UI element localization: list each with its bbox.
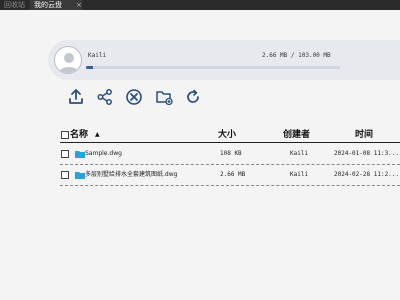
refresh-button[interactable]: [182, 86, 204, 108]
profile-panel: Kaili 2.66 MB / 103.00 MB: [48, 40, 400, 80]
delete-button[interactable]: [123, 86, 145, 108]
tab-my-cloud-drive[interactable]: 我的云盘: [30, 0, 82, 10]
storage-quota-bar: [86, 66, 340, 69]
new-folder-button[interactable]: [153, 86, 175, 108]
select-all-checkbox[interactable]: [61, 131, 69, 139]
file-table-header: 名称 ▲ 大小 创建者 时间: [60, 128, 400, 142]
new-folder-icon: [156, 91, 173, 106]
file-row[interactable]: Sample.dwg 108 KB Kaili 2024-01-08 11:3.…: [60, 146, 400, 162]
refresh-icon: [187, 89, 199, 103]
tab-bar: 回收站 我的云盘 ×: [0, 0, 400, 10]
avatar-icon[interactable]: [54, 46, 82, 74]
delete-icon: [126, 89, 142, 105]
row-checkbox[interactable]: [61, 171, 69, 179]
column-size-header[interactable]: 大小: [218, 128, 236, 142]
file-name[interactable]: 多层别墅给排水全套建筑图纸.dwg: [85, 167, 177, 183]
tab-close-icon[interactable]: ×: [76, 0, 82, 10]
file-size: 2.66 MB: [220, 171, 246, 178]
column-creator-header[interactable]: 创建者: [283, 128, 310, 142]
file-row[interactable]: 多层别墅给排水全套建筑图纸.dwg 2.66 MB Kaili 2024-02-…: [60, 167, 400, 183]
file-icon: [75, 151, 85, 158]
file-time: 2024-01-08 11:3...: [334, 150, 400, 157]
file-creator: Kaili: [290, 150, 309, 157]
username: Kaili: [88, 52, 107, 59]
upload-button[interactable]: [65, 86, 87, 108]
file-name[interactable]: Sample.dwg: [85, 146, 122, 162]
column-time-header[interactable]: 时间: [355, 128, 373, 142]
file-icon: [75, 172, 85, 179]
file-creator: Kaili: [290, 171, 309, 178]
sort-ascending-icon[interactable]: ▲: [95, 128, 100, 142]
storage-quota-fill: [86, 66, 93, 69]
row-divider: [60, 164, 400, 165]
share-button[interactable]: [94, 86, 116, 108]
row-divider: [60, 185, 400, 186]
upload-icon: [69, 89, 83, 104]
file-time: 2024-02-28 11:2...: [334, 171, 400, 178]
row-checkbox[interactable]: [61, 150, 69, 158]
file-size: 108 KB: [220, 150, 242, 157]
header-divider: [60, 142, 400, 143]
column-name-header[interactable]: 名称: [70, 128, 88, 142]
storage-usage: 2.66 MB / 103.00 MB: [262, 52, 331, 59]
tab-recycle-bin[interactable]: 回收站: [4, 0, 25, 10]
share-icon: [97, 89, 112, 105]
